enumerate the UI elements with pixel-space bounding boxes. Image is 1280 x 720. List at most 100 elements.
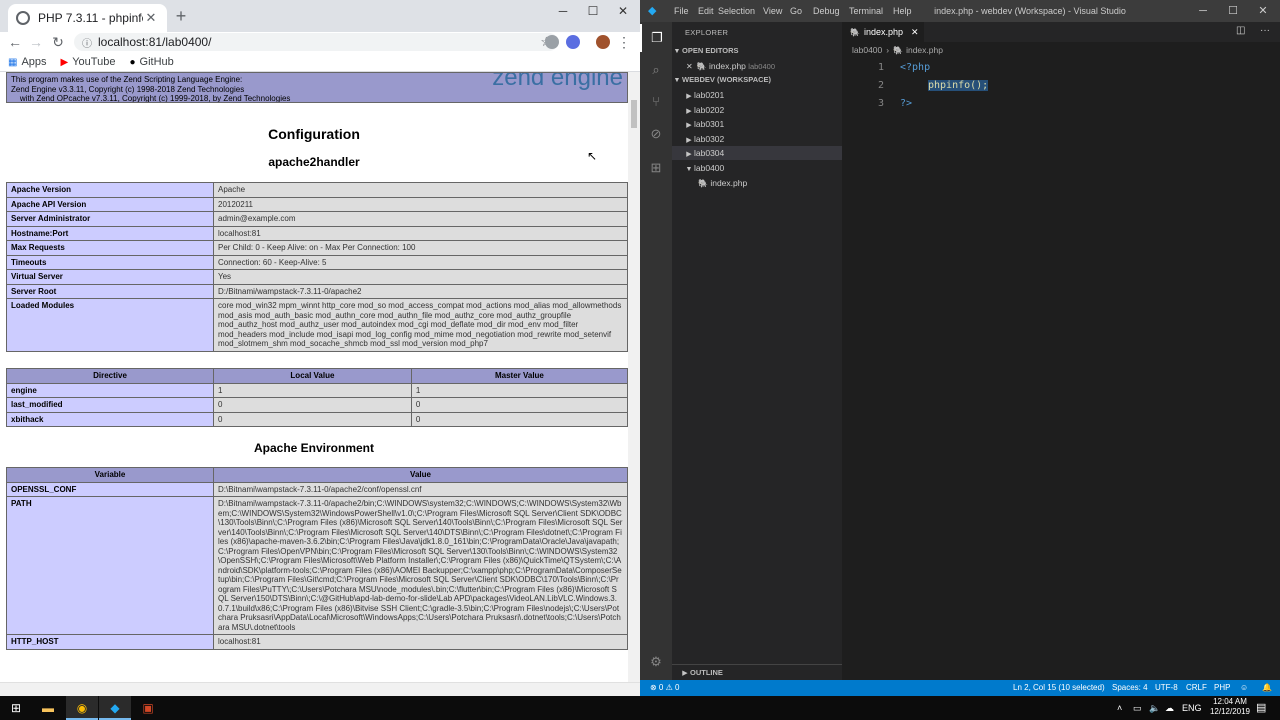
folder-lab0201[interactable]: ▶ lab0201 (672, 88, 842, 102)
avatar[interactable] (596, 35, 610, 49)
breadcrumb-folder[interactable]: lab0400 (852, 45, 882, 55)
php-file-icon: 🐘 (850, 27, 860, 37)
file-explorer-icon[interactable]: ▬ (32, 696, 64, 720)
maximize-icon[interactable]: ☐ (578, 0, 608, 22)
folder-lab0301[interactable]: ▶ lab0301 (672, 117, 842, 131)
close-window-icon[interactable]: ✕ (608, 0, 638, 22)
windows-start-icon[interactable]: ⊞ (0, 696, 32, 720)
feedback-icon[interactable]: ☺ (1240, 680, 1248, 696)
line-number: 1 (877, 62, 884, 73)
workspace-section[interactable]: ▼ WEBDEV (WORKSPACE) (672, 73, 842, 87)
language-indicator[interactable]: ENG (1182, 696, 1202, 720)
selected-text: phpinfo(); (928, 80, 989, 91)
bell-icon[interactable]: 🔔 (1262, 680, 1272, 696)
config-key: Max Requests (6, 240, 214, 256)
bookmark-youtube[interactable]: ▶ YouTube (61, 56, 116, 68)
tab-index-php[interactable]: 🐘 index.php ✕ (842, 22, 924, 42)
close-window-icon[interactable]: ✕ (1248, 0, 1278, 22)
chrome-icon[interactable]: ◉ (66, 696, 98, 720)
encoding[interactable]: UTF-8 (1155, 680, 1178, 696)
cursor-position[interactable]: Ln 2, Col 15 (10 selected) (1013, 680, 1105, 696)
menu-item-help[interactable]: Help (893, 0, 912, 22)
language-mode[interactable]: PHP (1214, 680, 1230, 696)
menu-item-selection[interactable]: Selection (718, 0, 755, 22)
scrollbar-thumb[interactable] (631, 100, 637, 128)
breadcrumb-file[interactable]: index.php (906, 45, 943, 55)
line-ending[interactable]: CRLF (1186, 680, 1207, 696)
extension-icon[interactable] (566, 35, 580, 49)
clock[interactable]: 12:04 AM 12/12/2019 (1202, 697, 1258, 720)
chevron-right-icon: ▶ (682, 669, 688, 677)
menu-item-edit[interactable]: Edit (698, 0, 714, 22)
table-row: xbithack 0 0 (6, 411, 629, 427)
reload-button[interactable]: ↻ (48, 32, 68, 52)
folder-lab0302[interactable]: ▶ lab0302 (672, 132, 842, 146)
editor-area[interactable]: 🐘 index.php ✕ ◫ ··· lab0400 › 🐘 index.ph… (842, 22, 1280, 680)
file-index-php[interactable]: 🐘 index.php (672, 176, 842, 190)
forward-button[interactable]: → (26, 32, 46, 52)
mouse-cursor-icon: ↖ (587, 149, 598, 163)
menu-item-view[interactable]: View (763, 0, 782, 22)
open-editors-section[interactable]: ▼ OPEN EDITORS (672, 44, 842, 58)
apache2handler-heading: apache2handler (268, 155, 360, 169)
files-icon[interactable]: ❐ (640, 24, 672, 52)
source-control-icon[interactable]: ⑂ (640, 88, 672, 116)
code-line-2[interactable]: phpinfo(); (928, 80, 989, 91)
outline-section[interactable]: ▶ OUTLINE (672, 664, 842, 680)
info-icon[interactable]: ⓘ (82, 35, 92, 50)
address-bar[interactable]: ⓘ localhost:81/lab0400/ ☆ (74, 33, 558, 51)
vertical-scrollbar[interactable] (628, 72, 640, 682)
close-icon[interactable]: ✕ (911, 27, 919, 38)
close-tab-icon[interactable]: ✕ (143, 10, 159, 26)
config-key: Server Root (6, 283, 214, 299)
explorer-sidebar: EXPLORER ▼ OPEN EDITORS ✕ 🐘 index.php lab0… (672, 22, 842, 680)
folder-lab0202[interactable]: ▶ lab0202 (672, 103, 842, 117)
minimize-icon[interactable]: ─ (1188, 0, 1218, 22)
bookmark-github[interactable]: ● GitHub (129, 56, 173, 68)
menu-item-file[interactable]: File (674, 0, 689, 22)
explorer-title: EXPLORER (685, 28, 729, 37)
open-editor-item[interactable]: ✕ 🐘 index.php lab0400 (672, 59, 842, 73)
menu-item-debug[interactable]: Debug (813, 0, 840, 22)
bookmark-apps[interactable]: ▦ Apps (8, 56, 47, 68)
split-editor-icon[interactable]: ◫ (1236, 25, 1245, 36)
gear-icon[interactable]: ⚙ (640, 648, 672, 676)
powerpoint-icon[interactable]: ▣ (132, 696, 164, 720)
env-value: D:\Bitnami\wampstack-7.3.11-0/apache2/bi… (213, 496, 628, 635)
menu-item-go[interactable]: Go (790, 0, 802, 22)
notification-icon[interactable]: ▤ (1256, 696, 1266, 720)
volume-icon[interactable]: 🔈 (1149, 696, 1160, 720)
debug-icon[interactable]: ⊘ (640, 120, 672, 148)
indentation[interactable]: Spaces: 4 (1112, 680, 1148, 696)
vscode-icon[interactable]: ◆ (99, 696, 131, 720)
chevron-down-icon: ▼ (673, 48, 681, 55)
vscode-logo-icon: ◆ (648, 5, 657, 17)
extension-icon[interactable] (545, 35, 559, 49)
close-icon[interactable]: ✕ (686, 62, 693, 71)
minimize-icon[interactable]: ─ (548, 0, 578, 22)
table-row: engine 1 1 (6, 382, 629, 398)
search-icon[interactable]: ⌕ (640, 56, 672, 84)
menu-item-terminal[interactable]: Terminal (849, 0, 883, 22)
folder-lab0304[interactable]: ▶ lab0304 (672, 146, 842, 160)
horizontal-scrollbar[interactable] (0, 682, 640, 696)
more-actions-icon[interactable]: ··· (1260, 25, 1270, 36)
chevron-up-icon[interactable]: ˄ (1117, 696, 1122, 720)
new-tab-button[interactable]: + (172, 6, 190, 26)
folder-lab0400[interactable]: ▼ lab0400 (672, 161, 842, 175)
maximize-icon[interactable]: ☐ (1218, 0, 1248, 22)
back-button[interactable]: ← (5, 32, 25, 52)
browser-tab[interactable]: PHP 7.3.11 - phpinfo() ✕ (8, 4, 167, 32)
chevron-right-icon: › (886, 45, 890, 55)
code-line-1[interactable]: <?php (900, 62, 930, 73)
network-icon[interactable]: ▭ (1133, 696, 1142, 720)
clock-time: 12:04 AM (1213, 697, 1247, 706)
onedrive-icon[interactable]: ☁ (1165, 696, 1174, 720)
apache-environment-heading: Apache Environment (253, 441, 375, 455)
problems-indicator[interactable]: ⊗ 0 ⚠ 0 (650, 680, 679, 696)
apache-table: Apache Version Apache Apache API Version 20… (6, 182, 628, 352)
menu-icon[interactable]: ⋮ (614, 32, 634, 52)
code-line-3[interactable]: ?> (900, 98, 912, 109)
extensions-icon[interactable]: ⊞ (640, 154, 672, 182)
config-key: Apache Version (6, 182, 214, 198)
